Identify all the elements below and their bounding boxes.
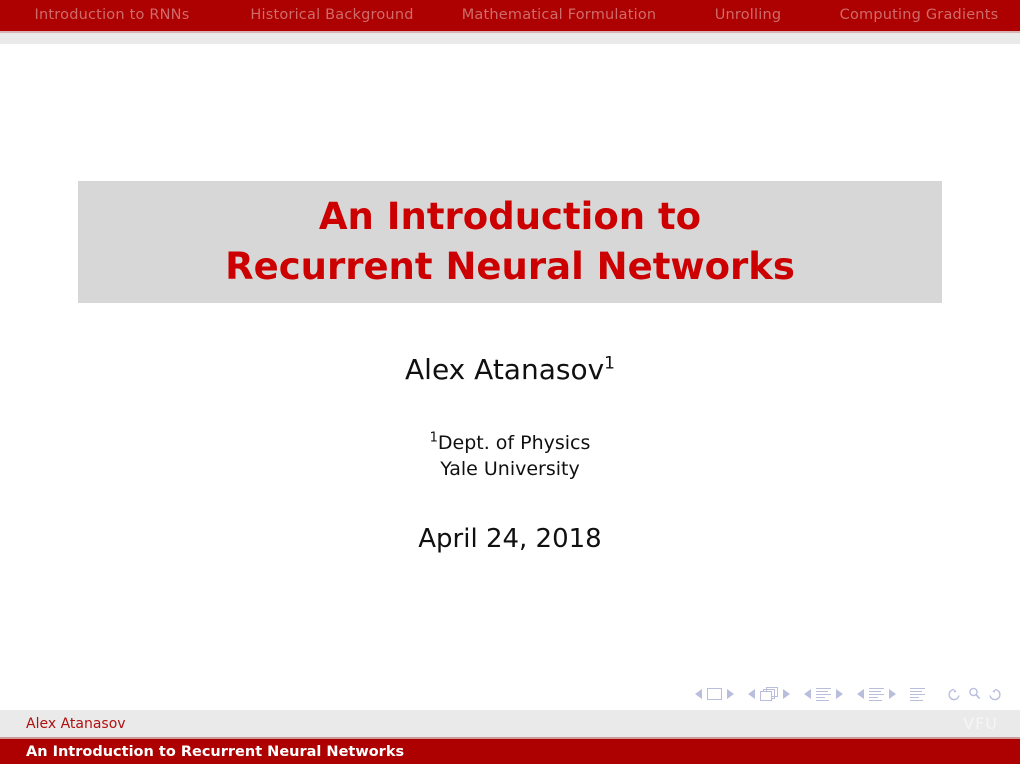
- institute-department: Dept. of Physics: [437, 432, 591, 454]
- nav-item-mathematical-formulation[interactable]: Mathematical Formulation: [440, 0, 678, 31]
- previous-subsection-icon[interactable]: [804, 689, 811, 699]
- nav-item-introduction-to-rnns[interactable]: Introduction to RNNs: [0, 0, 224, 31]
- presentation-date: April 24, 2018: [418, 524, 602, 554]
- footer-lower-bar: An Introduction to Recurrent Neural Netw…: [0, 739, 1020, 764]
- footer-institute: VFU: [963, 714, 998, 733]
- document-overview-icon[interactable]: [910, 687, 925, 702]
- section-navigation-bar: Introduction to RNNs Historical Backgrou…: [0, 0, 1020, 31]
- footer-upper-bar: Alex Atanasov VFU: [0, 710, 1020, 737]
- forward-icon[interactable]: [986, 686, 1002, 702]
- presentation-overview-group: [910, 687, 925, 702]
- presentation-title-line-2: Recurrent Neural Networks: [225, 245, 795, 288]
- institute-block: 1Dept. of Physics Yale University: [0, 430, 1020, 482]
- beamer-navigation-symbols: [695, 684, 1002, 704]
- next-section-icon[interactable]: [889, 689, 896, 699]
- nav-item-historical-background[interactable]: Historical Background: [224, 0, 440, 31]
- next-subsection-icon[interactable]: [836, 689, 843, 699]
- subsection-navigation-group: [804, 687, 843, 702]
- author-name-text: Alex Atanasov: [405, 353, 605, 386]
- nav-item-computing-gradients[interactable]: Computing Gradients: [818, 0, 1020, 31]
- previous-section-icon[interactable]: [857, 689, 864, 699]
- previous-slide-icon[interactable]: [695, 689, 702, 699]
- search-icon[interactable]: [967, 686, 982, 702]
- nav-item-unrolling[interactable]: Unrolling: [678, 0, 818, 31]
- slide-icon[interactable]: [707, 688, 722, 700]
- subsection-icon[interactable]: [816, 687, 831, 702]
- title-block: An Introduction to Recurrent Neural Netw…: [78, 181, 942, 303]
- next-frame-icon[interactable]: [783, 689, 790, 699]
- slide-navigation-group: [695, 688, 734, 700]
- navigation-bar-shadow-band: [0, 33, 1020, 44]
- footer-presentation-title: An Introduction to Recurrent Neural Netw…: [26, 743, 405, 760]
- frame-navigation-group: [748, 687, 790, 701]
- presentation-title-line-1: An Introduction to: [318, 195, 702, 238]
- previous-frame-icon[interactable]: [748, 689, 755, 699]
- back-icon[interactable]: [947, 686, 963, 702]
- author-name: Alex Atanasov1: [0, 353, 1020, 386]
- institute-line-2: Yale University: [440, 458, 580, 480]
- author-footnote-marker: 1: [604, 353, 615, 374]
- section-navigation-group: [857, 687, 896, 702]
- section-icon[interactable]: [869, 687, 884, 702]
- institute-footnote-marker: 1: [429, 430, 438, 446]
- footer-author: Alex Atanasov: [26, 715, 126, 732]
- next-slide-icon[interactable]: [727, 689, 734, 699]
- institute-line-1: 1Dept. of Physics: [0, 430, 1020, 456]
- history-navigation-group: [947, 686, 1002, 702]
- frame-stack-icon[interactable]: [760, 687, 778, 701]
